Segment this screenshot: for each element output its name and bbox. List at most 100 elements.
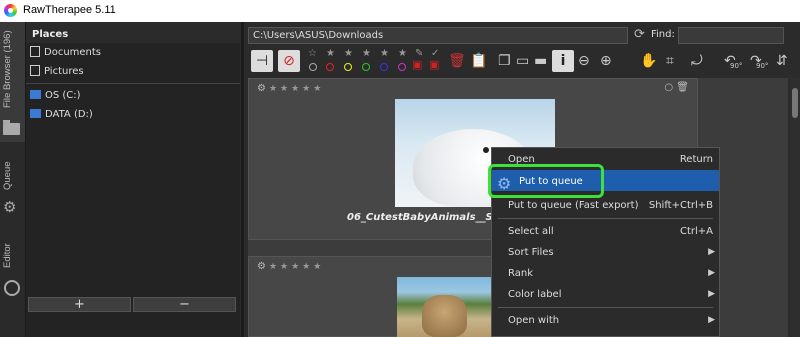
tab-file-browser[interactable]: File Browser (196) xyxy=(0,22,25,142)
drive-icon xyxy=(30,109,41,118)
open-folder-icon[interactable]: ▭ xyxy=(516,50,529,72)
color-label-purple-icon[interactable] xyxy=(398,63,406,71)
menu-item-label: Open with xyxy=(508,315,560,326)
menu-item-rank[interactable]: Rank ▶ xyxy=(492,263,719,284)
place-drive-c[interactable]: OS (C:) xyxy=(26,86,240,105)
edited-mark-icon[interactable]: ▣ xyxy=(412,59,422,71)
remove-place-button[interactable]: − xyxy=(133,297,236,312)
trash-icon[interactable]: 🗑 xyxy=(448,50,466,72)
submenu-arrow-icon: ▶ xyxy=(708,268,715,278)
thumbnail-rating[interactable]: ⚙ ★★★★★ xyxy=(257,261,324,272)
submenu-arrow-icon: ▶ xyxy=(708,289,715,299)
trash-icon[interactable]: 🗑 xyxy=(676,82,689,93)
places-panel: Places Documents Pictures OS (C:) DATA (… xyxy=(26,26,240,337)
toolbar: ⊣ ⊘ ☆ ★ ★ ★ ★ ★ ✎ ✓ ▣ ▣ 🗑 📋 ❐ ▭ ▬ i ⊖ ⊕ … xyxy=(248,46,800,76)
star-filter-icon[interactable]: ★ xyxy=(344,48,353,59)
filter-trash-icon[interactable]: ⊘ xyxy=(278,50,300,72)
lynx-body xyxy=(422,295,467,337)
scrollbar-thumb[interactable] xyxy=(792,88,798,118)
tab-file-browser-label: File Browser (196) xyxy=(2,30,13,108)
menu-item-shortcut: Ctrl+A xyxy=(679,226,713,237)
place-pictures[interactable]: Pictures xyxy=(26,62,240,81)
color-label-red-icon[interactable] xyxy=(326,63,334,71)
color-label-blue-icon[interactable] xyxy=(380,63,388,71)
hand-icon[interactable]: ✋ xyxy=(640,50,657,72)
find-input[interactable] xyxy=(678,27,784,44)
place-documents[interactable]: Documents xyxy=(26,43,240,62)
menu-item-color-label[interactable]: Color label ▶ xyxy=(492,284,719,305)
menu-item-label: Select all xyxy=(508,226,554,237)
menu-separator xyxy=(498,307,713,308)
color-label-yellow-icon[interactable] xyxy=(344,63,352,71)
info-icon[interactable]: i xyxy=(552,50,574,72)
color-label-green-icon[interactable] xyxy=(362,63,370,71)
menu-item-shortcut: Shift+Ctrl+B xyxy=(648,200,713,211)
copy-icon[interactable]: ❐ xyxy=(498,50,511,72)
straighten-icon[interactable]: ⤾ xyxy=(691,50,703,72)
place-label: Pictures xyxy=(44,66,84,77)
vertical-tab-bar: File Browser (196) Queue ⚙ Editor xyxy=(0,22,26,337)
zoom-in-icon[interactable]: ⊕ xyxy=(600,50,612,72)
tab-queue[interactable]: Queue ⚙ xyxy=(0,146,25,226)
star-filter-icon[interactable]: ★ xyxy=(326,48,335,59)
submenu-arrow-icon: ▶ xyxy=(708,315,715,325)
place-label: OS (C:) xyxy=(45,90,81,101)
document-icon xyxy=(30,46,40,57)
gear-icon: ⚙ xyxy=(257,261,266,272)
app-logo-icon xyxy=(4,4,17,17)
star-filter-icon[interactable]: ☆ xyxy=(308,48,317,59)
menu-item-label: Sort Files xyxy=(508,247,554,258)
folder-icon xyxy=(3,120,20,135)
panel-toggle-icon[interactable]: ⊣ xyxy=(251,50,273,72)
refresh-icon[interactable]: ⟳ xyxy=(634,27,645,42)
menu-item-put-to-queue-fast[interactable]: Put to queue (Fast export) Shift+Ctrl+B xyxy=(492,195,719,216)
thumbnail-scrollbar[interactable] xyxy=(790,78,800,337)
add-place-button[interactable]: + xyxy=(28,297,131,312)
flip-vertical-icon[interactable]: ⇵ xyxy=(776,50,788,72)
picture-icon xyxy=(30,65,40,76)
rotate-right-label: 90° xyxy=(756,62,769,70)
place-drive-d[interactable]: DATA (D:) xyxy=(26,105,240,124)
drive-icon xyxy=(30,90,41,99)
menu-separator xyxy=(498,218,713,219)
clipboard-icon[interactable]: 📋 xyxy=(470,50,487,72)
panel-splitter[interactable] xyxy=(241,22,244,337)
places-header: Places xyxy=(26,26,240,43)
menu-item-shortcut: Return xyxy=(679,154,713,165)
title-bar: RawTherapee 5.11 xyxy=(0,0,800,22)
saved-mark-icon[interactable]: ▣ xyxy=(429,59,439,71)
color-label-none-icon[interactable] xyxy=(309,63,317,71)
window-title: RawTherapee 5.11 xyxy=(23,4,116,16)
tab-queue-label: Queue xyxy=(2,161,13,190)
path-input[interactable]: C:\Users\ASUS\Downloads xyxy=(248,27,628,44)
menu-item-label: Put to queue (Fast export) xyxy=(508,200,639,211)
find-label: Find: xyxy=(651,29,675,40)
lynx-thumbnail-image xyxy=(397,277,492,337)
crop-icon[interactable]: ⌗ xyxy=(666,50,674,72)
place-label: Documents xyxy=(44,47,102,58)
gear-icon: ⚙ xyxy=(3,198,17,216)
tab-editor[interactable]: Editor xyxy=(0,230,25,320)
menu-item-select-all[interactable]: Select all Ctrl+A xyxy=(492,221,719,242)
zoom-out-icon[interactable]: ⊖ xyxy=(578,50,590,72)
gear-icon: ⚙ xyxy=(257,83,266,94)
seal-eye xyxy=(483,147,489,153)
menu-item-put-to-queue-label: Put to queue xyxy=(519,176,583,187)
star-filter-icon[interactable]: ★ xyxy=(398,48,407,59)
place-label: DATA (D:) xyxy=(45,109,93,120)
star-filter-icon[interactable]: ★ xyxy=(362,48,371,59)
star-filter-icon[interactable]: ★ xyxy=(380,48,389,59)
menu-item-label: Rank xyxy=(508,268,533,279)
menu-item-open-with[interactable]: Open with ▶ xyxy=(492,310,719,331)
queue-gear-icon: ⚙ xyxy=(497,174,512,193)
tab-editor-label: Editor xyxy=(2,243,13,268)
thumbnail-rating[interactable]: ⚙ ★★★★★ xyxy=(257,83,324,94)
thumbnail-actions[interactable]: ○ 🗑 xyxy=(664,82,689,93)
submenu-arrow-icon: ▶ xyxy=(708,247,715,257)
unrank-icon[interactable]: ○ xyxy=(664,82,673,93)
menu-item-label: Color label xyxy=(508,289,562,300)
folder-move-icon[interactable]: ▬ xyxy=(534,50,547,72)
divider xyxy=(26,83,240,84)
aperture-icon xyxy=(4,280,20,296)
menu-item-sort-files[interactable]: Sort Files ▶ xyxy=(492,242,719,263)
